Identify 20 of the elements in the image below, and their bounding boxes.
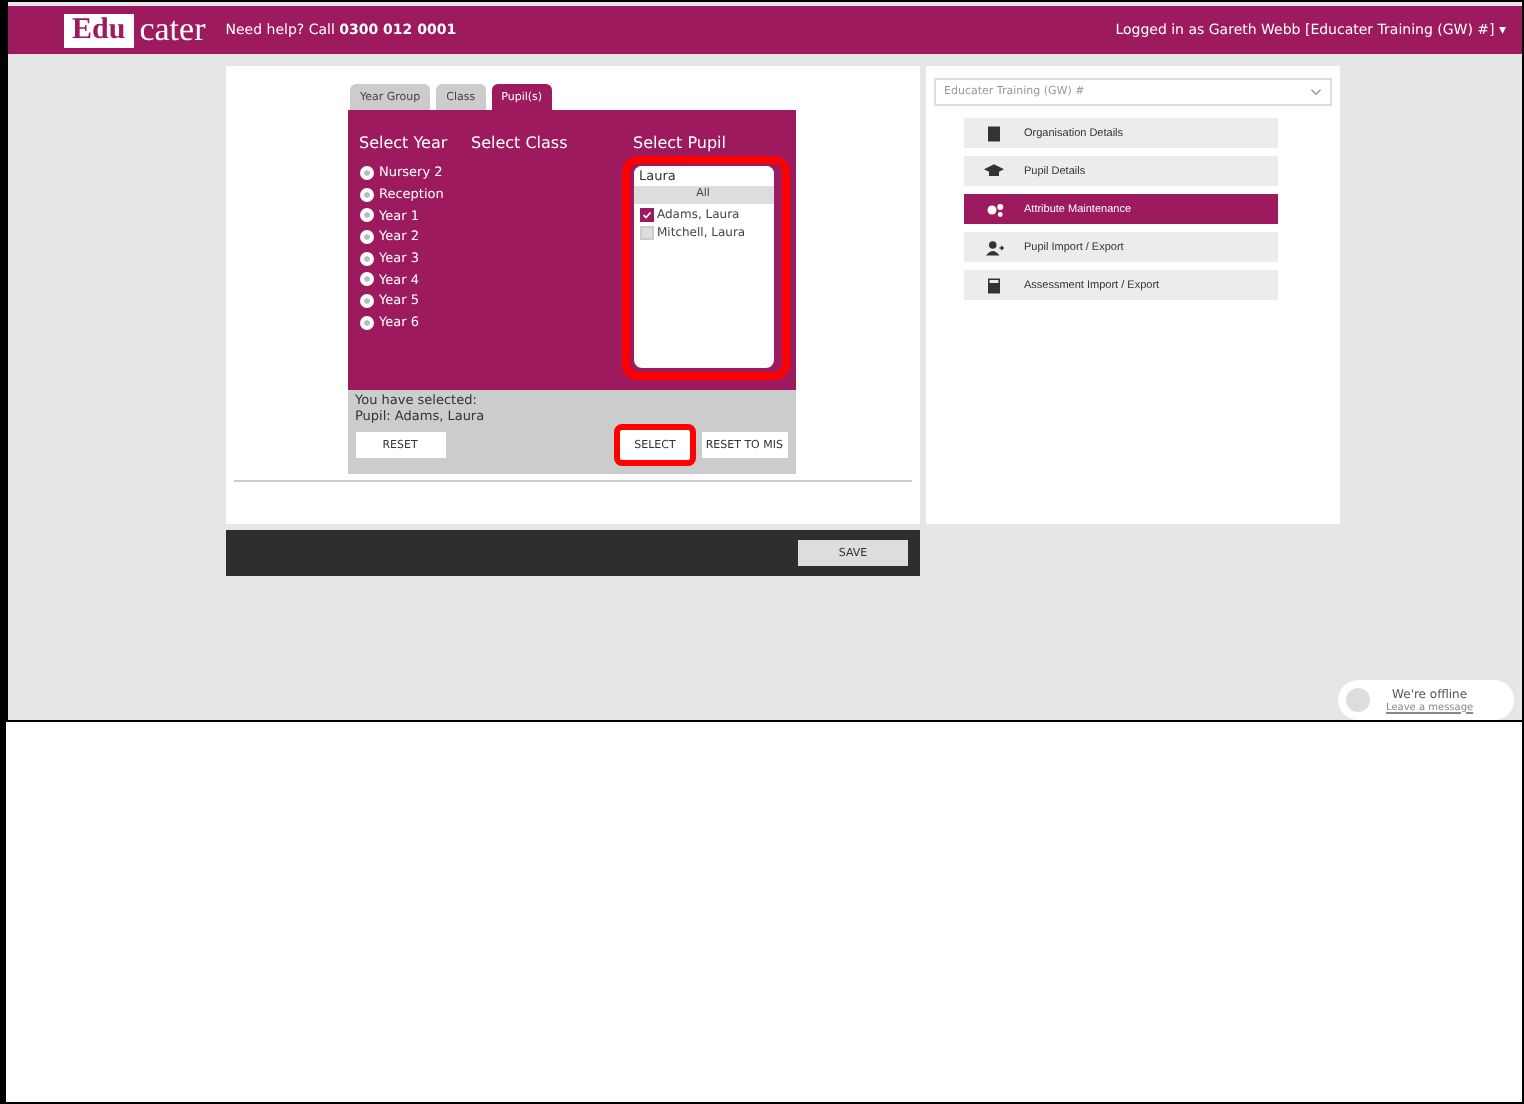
radio-button[interactable] xyxy=(359,251,373,266)
graduation-cap-icon xyxy=(984,164,1004,178)
radio-button[interactable] xyxy=(359,272,373,287)
book-icon xyxy=(988,125,1000,141)
radio-button[interactable] xyxy=(359,293,373,308)
calculator-icon xyxy=(988,277,1000,293)
checkbox[interactable] xyxy=(639,208,653,222)
chevron-icon xyxy=(1310,88,1322,96)
radio-button[interactable] xyxy=(359,208,373,223)
column-heading: Select Year xyxy=(359,134,450,152)
user-icon xyxy=(985,239,1003,255)
gears-icon xyxy=(985,201,1003,217)
radio-button[interactable] xyxy=(359,187,373,202)
radio-button[interactable] xyxy=(359,229,373,244)
column-heading: Select Pupil xyxy=(633,134,728,152)
column-heading: Select Class xyxy=(471,134,570,152)
logo[interactable]: Edu cater xyxy=(64,10,206,50)
radio-button[interactable] xyxy=(359,315,373,330)
radio-button[interactable] xyxy=(359,165,373,180)
chat-avatar-icon xyxy=(1346,688,1370,712)
